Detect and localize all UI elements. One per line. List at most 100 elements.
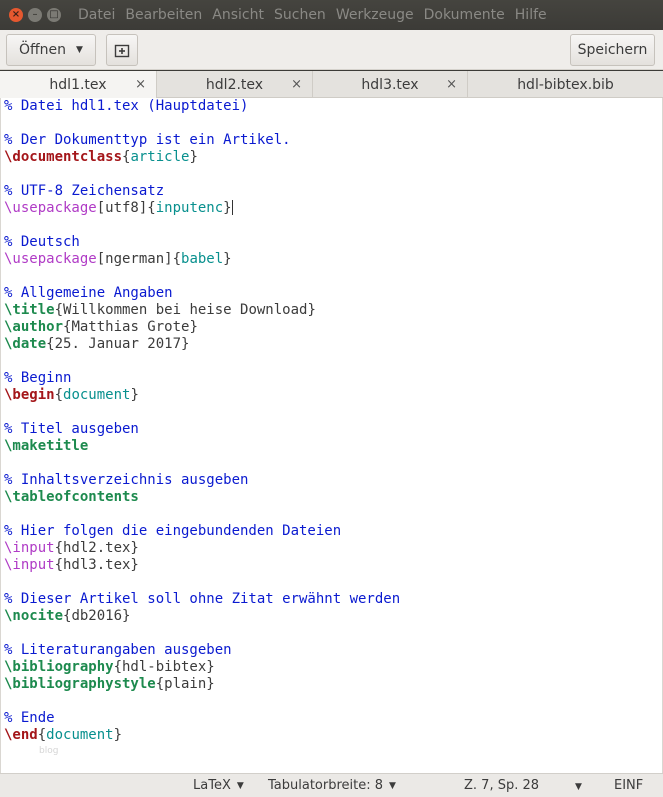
tab-hdl-bibtex[interactable]: hdl-bibtex.bib [468, 71, 663, 98]
watermark-text: blog [39, 746, 59, 756]
code-line: \date{25. Januar 2017} [4, 336, 189, 353]
code-line: % Ende [4, 710, 55, 727]
code-token: \bibliographystyle [4, 676, 156, 692]
tab-hdl3[interactable]: hdl3.tex × [313, 71, 468, 98]
code-token: \usepackage [4, 251, 97, 267]
code-token: \nocite [4, 608, 64, 624]
menu-datei[interactable]: Datei [78, 7, 115, 23]
code-token: document [46, 727, 114, 743]
code-line: % UTF-8 Zeichensatz [4, 183, 164, 200]
code-token: } [223, 200, 232, 216]
code-token: {hdl-bibtex} [113, 659, 215, 675]
code-token: {Matthias Grote} [63, 319, 198, 335]
chevron-down-icon[interactable]: ▼ [575, 782, 582, 792]
code-token: \input [4, 557, 55, 573]
maximize-window-icon[interactable]: □ [47, 8, 61, 22]
code-line: % Deutsch [4, 234, 80, 251]
close-tab-icon[interactable]: × [291, 77, 302, 92]
code-token: babel [181, 251, 224, 267]
menu-list: Datei Bearbeiten Ansicht Suchen Werkzeug… [78, 7, 557, 23]
code-token: \input [4, 540, 55, 556]
text-editor[interactable]: blog % Datei hdl1.tex (Hauptdatei) % Der … [0, 98, 663, 773]
code-token: { [37, 727, 47, 743]
tab-hdl1[interactable]: hdl1.tex × [0, 71, 157, 98]
code-line: \author{Matthias Grote} [4, 319, 198, 336]
code-line: % Datei hdl1.tex (Hauptdatei) [4, 98, 248, 115]
tab-label: hdl2.tex [205, 76, 264, 93]
code-line: % Titel ausgeben [4, 421, 139, 438]
tab-width-selector[interactable]: Tabulatorbreite: 8 ▼ [268, 778, 396, 793]
code-line: % Dieser Artikel soll ohne Zitat erwähnt… [4, 591, 400, 608]
code-token: \usepackage [4, 200, 97, 216]
open-button-label: Öffnen [19, 42, 67, 58]
code-token: \bibliography [4, 659, 114, 675]
tab-hdl2[interactable]: hdl2.tex × [157, 71, 313, 98]
menu-bearbeiten[interactable]: Bearbeiten [125, 7, 202, 23]
new-document-icon [114, 44, 130, 58]
cursor-position-label: Z. 7, Sp. 28 [464, 778, 540, 793]
code-line: \end{document} [4, 727, 122, 744]
code-token: % Titel ausgeben [4, 421, 139, 437]
close-tab-icon[interactable]: × [135, 77, 146, 92]
language-selector[interactable]: LaTeX ▼ [193, 778, 244, 793]
code-token: % Ende [4, 710, 55, 726]
code-token: [utf8]{ [96, 200, 156, 216]
code-line: \title{Willkommen bei heise Download} [4, 302, 316, 319]
code-token: {Willkommen bei heise Download} [54, 302, 316, 318]
code-token: {hdl3.tex} [54, 557, 139, 573]
code-line: % Inhaltsverzeichnis ausgeben [4, 472, 248, 489]
cursor-position[interactable]: Z. 7, Sp. 28 [464, 778, 539, 793]
code-token: % Beginn [4, 370, 72, 386]
close-tab-icon[interactable]: × [446, 77, 457, 92]
tab-label: hdl1.tex [49, 76, 107, 93]
code-line: \nocite{db2016} [4, 608, 130, 625]
menu-hilfe[interactable]: Hilfe [515, 7, 547, 23]
code-token: } [113, 727, 123, 743]
code-token: {plain} [155, 676, 215, 692]
toolbar: Öffnen ▼ Speichern [0, 30, 663, 70]
status-bar: LaTeX ▼ Tabulatorbreite: 8 ▼ Z. 7, Sp. 2… [0, 773, 663, 797]
menu-ansicht[interactable]: Ansicht [212, 7, 264, 23]
code-token: } [189, 149, 198, 165]
close-window-icon[interactable]: × [9, 8, 23, 22]
code-token: \maketitle [4, 438, 89, 454]
code-line: % Beginn [4, 370, 71, 387]
code-token: % Hier folgen die eingebundenden Dateien [4, 523, 342, 539]
code-token: document [63, 387, 131, 403]
document-tabs: hdl1.tex × hdl2.tex × hdl3.tex × hdl-bib… [0, 71, 663, 98]
tab-width-label: Tabulatorbreite: 8 [268, 778, 384, 793]
code-token: % Literaturangaben ausgeben [4, 642, 232, 658]
code-token: % UTF-8 Zeichensatz [4, 183, 165, 199]
code-token: \tableofcontents [4, 489, 139, 505]
code-line: \begin{document} [4, 387, 139, 404]
open-button[interactable]: Öffnen ▼ [6, 34, 96, 66]
code-token: \author [4, 319, 64, 335]
chevron-down-icon: ▼ [236, 780, 244, 791]
code-token: article [130, 149, 190, 165]
menu-suchen[interactable]: Suchen [274, 7, 326, 23]
menu-dokumente[interactable]: Dokumente [424, 7, 505, 23]
code-token: {db2016} [63, 608, 131, 624]
save-button[interactable]: Speichern [570, 34, 655, 66]
language-label: LaTeX [193, 778, 231, 793]
code-token: % Dieser Artikel soll ohne Zitat erwähnt… [4, 591, 401, 607]
code-line: \tableofcontents [4, 489, 139, 506]
menu-bar: × – □ Datei Bearbeiten Ansicht Suchen We… [0, 0, 663, 30]
code-line: \bibliography{hdl-bibtex} [4, 659, 215, 676]
menu-werkzeuge[interactable]: Werkzeuge [336, 7, 414, 23]
code-line: \documentclass{article} [4, 149, 198, 166]
code-line: \input{hdl3.tex} [4, 557, 139, 574]
code-token: \end [4, 727, 38, 743]
code-line: % Hier folgen die eingebundenden Dateien [4, 523, 341, 540]
code-token: } [130, 387, 139, 403]
new-document-button[interactable] [106, 34, 138, 66]
code-line: % Der Dokumenttyp ist ein Artikel. [4, 132, 291, 149]
minimize-window-icon[interactable]: – [28, 8, 42, 22]
code-token: } [223, 251, 232, 267]
tab-label: hdl3.tex [361, 76, 419, 93]
code-line: \usepackage[utf8]{inputenc} [4, 200, 233, 217]
tab-label: hdl-bibtex.bib [517, 76, 614, 93]
code-token: {25. Januar 2017} [46, 336, 190, 352]
insert-mode-indicator[interactable]: EINF [614, 778, 643, 793]
code-line: \maketitle [4, 438, 88, 455]
